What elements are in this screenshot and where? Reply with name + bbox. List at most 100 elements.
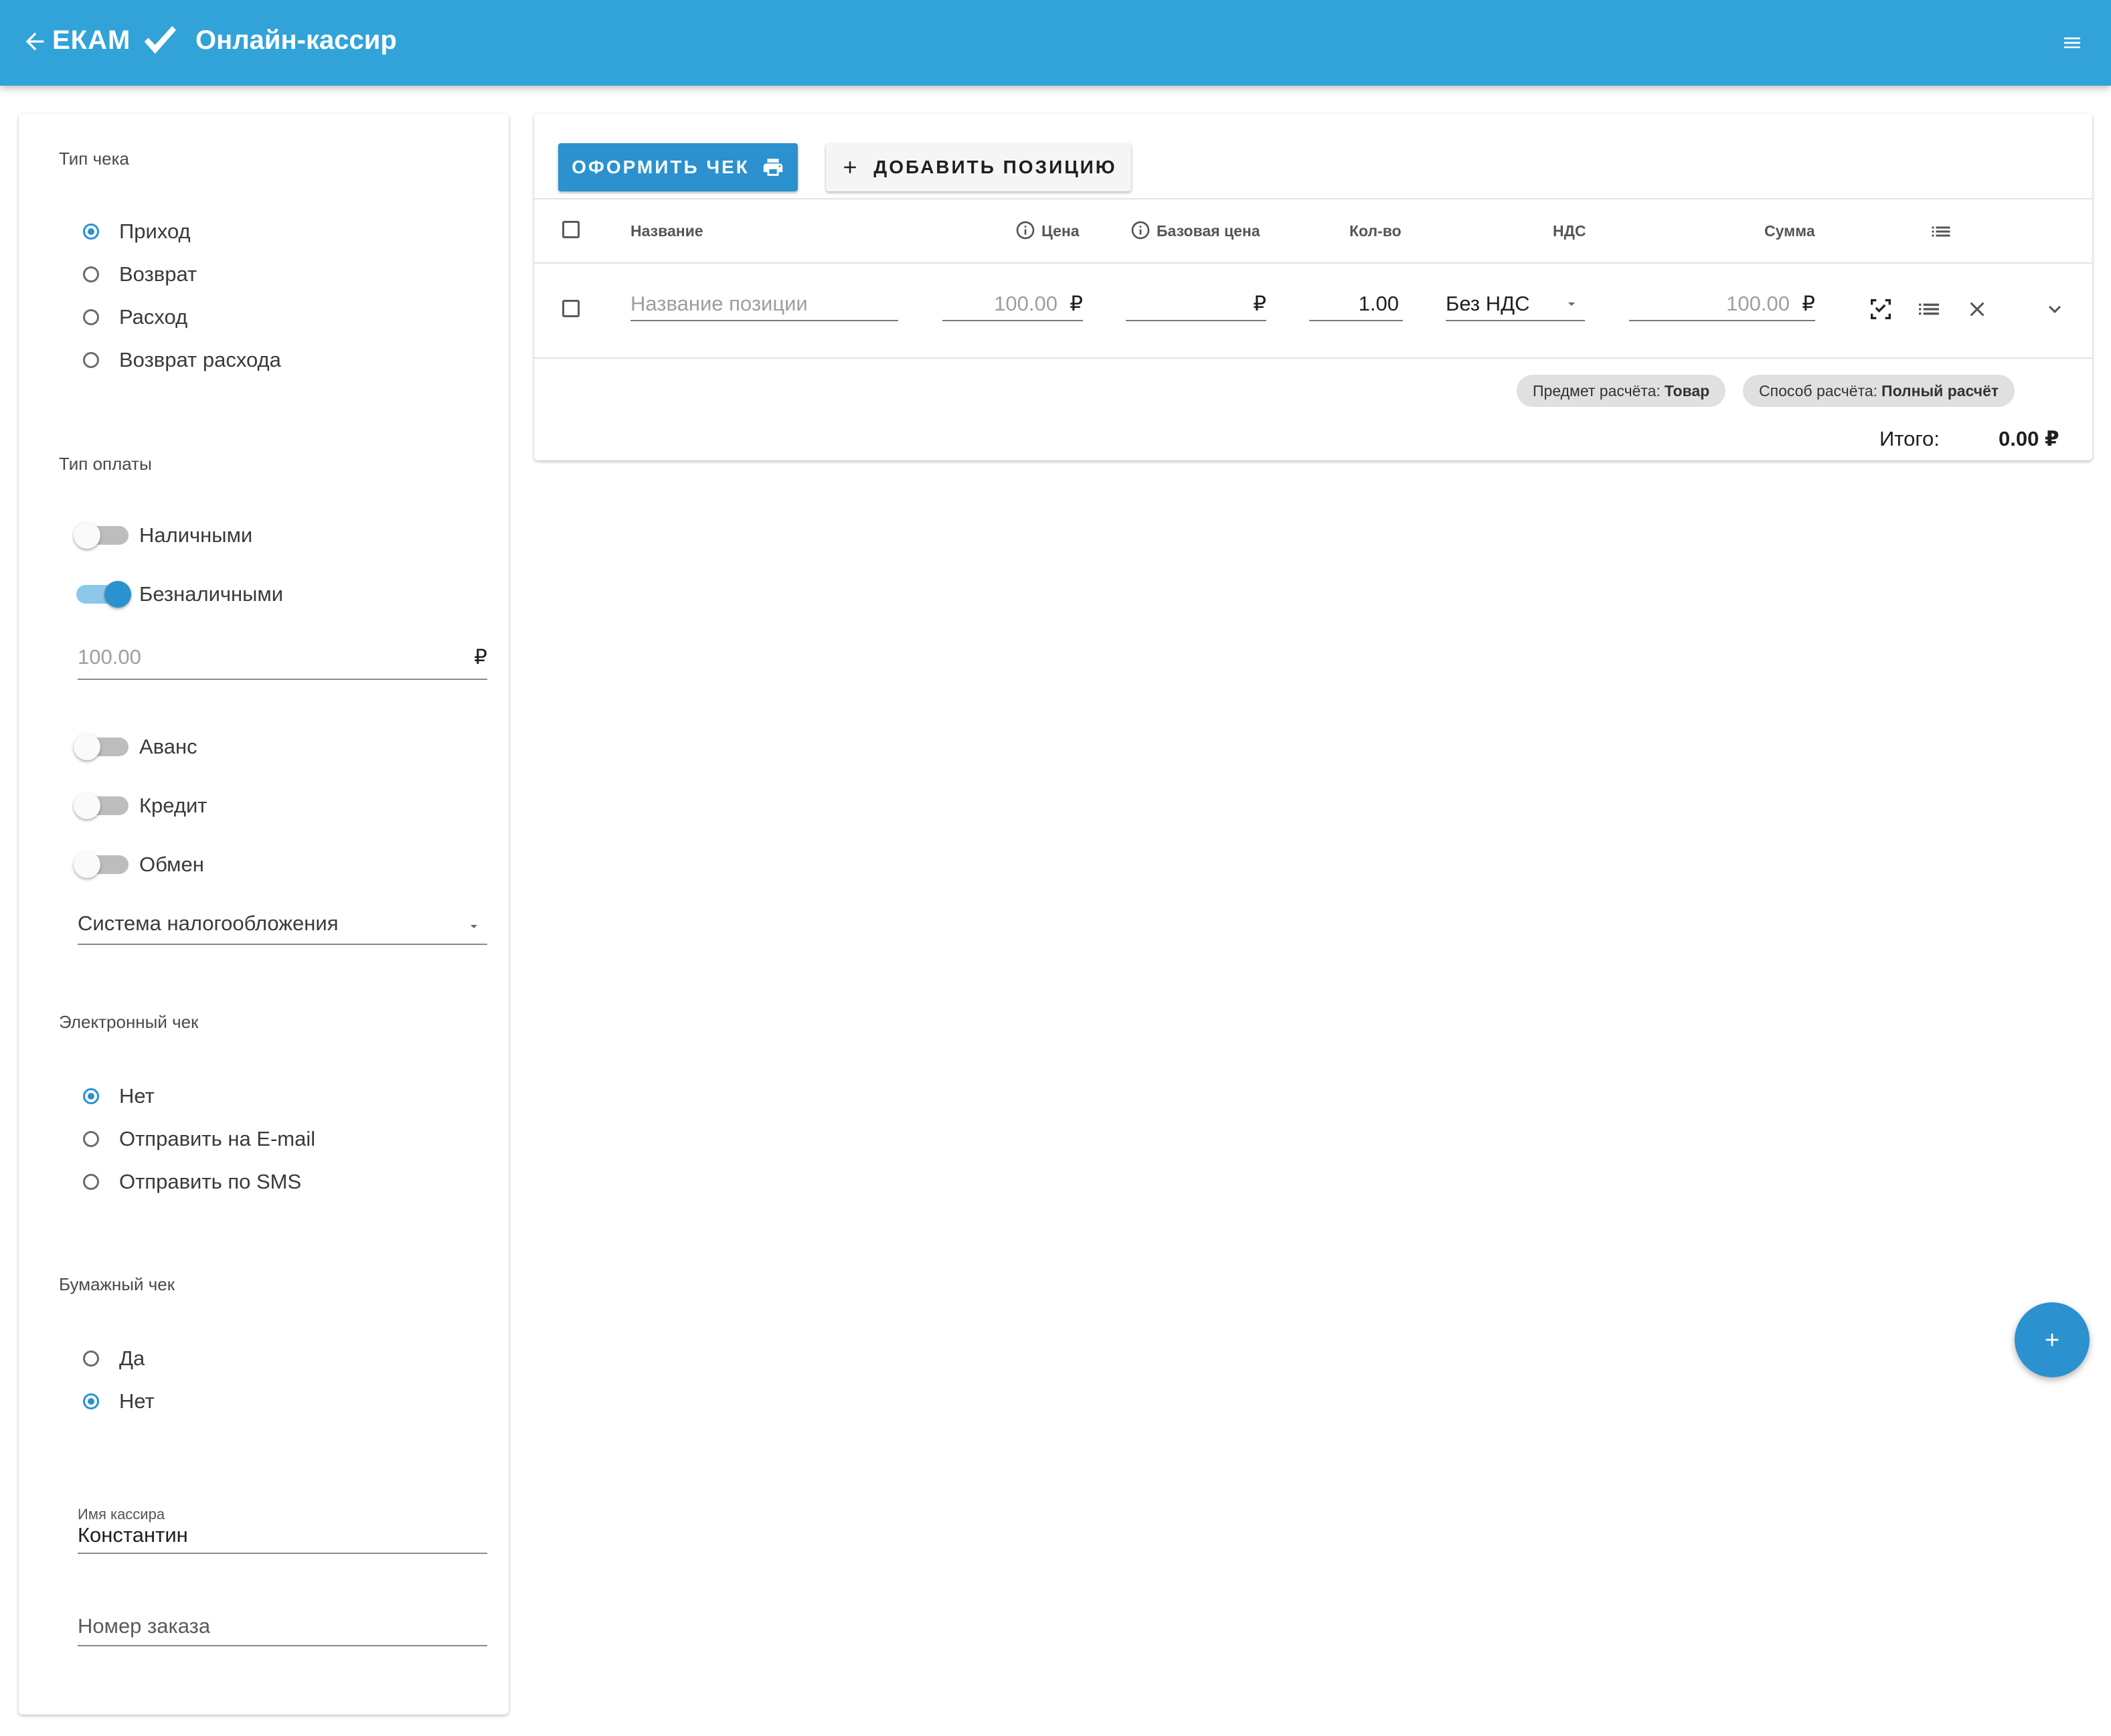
price-info-icon[interactable] bbox=[1015, 220, 1036, 241]
radio-indicator bbox=[83, 1393, 99, 1409]
total-label: Итого: bbox=[1879, 427, 1940, 450]
chip-label: Предмет расчёта: bbox=[1533, 381, 1661, 400]
toggle-cash[interactable]: Наличными bbox=[74, 522, 253, 549]
vat-select[interactable]: Без НДС bbox=[1446, 286, 1585, 321]
add-fab-button[interactable] bbox=[2015, 1302, 2090, 1377]
toggle-credit[interactable]: Кредит bbox=[74, 792, 207, 819]
toggle-label: Обмен bbox=[139, 853, 204, 876]
item-details-list-icon[interactable] bbox=[1916, 296, 1942, 323]
radio-paper-no[interactable]: Нет bbox=[83, 1389, 155, 1413]
radio-label: Возврат bbox=[119, 262, 197, 286]
radio-paper-yes[interactable]: Да bbox=[83, 1347, 145, 1371]
radio-indicator bbox=[83, 1174, 99, 1190]
list-columns-icon[interactable] bbox=[1929, 220, 1953, 244]
tax-system-placeholder: Система налогообложения bbox=[78, 912, 339, 935]
checkmark-logo-icon bbox=[144, 26, 177, 54]
plus-icon bbox=[2045, 1333, 2059, 1347]
toggle-advance[interactable]: Аванс bbox=[74, 733, 197, 760]
radio-e-receipt-email[interactable]: Отправить на E-mail bbox=[83, 1127, 315, 1151]
issue-receipt-label: ОФОРМИТЬ ЧЕК bbox=[572, 157, 750, 177]
toggle-thumb bbox=[74, 792, 100, 819]
add-item-label: ДОБАВИТЬ ПОЗИЦИЮ bbox=[873, 157, 1117, 177]
toggle-thumb bbox=[104, 581, 131, 608]
cashless-amount-field[interactable]: 100.00 ₽ bbox=[78, 640, 487, 680]
issue-receipt-button[interactable]: ОФОРМИТЬ ЧЕК bbox=[558, 143, 798, 191]
radio-indicator bbox=[83, 224, 99, 240]
radio-indicator bbox=[83, 309, 99, 325]
toggle-label: Наличными bbox=[139, 523, 253, 547]
chip-value: Полный расчёт bbox=[1881, 381, 1999, 400]
radio-label: Отправить на E-mail bbox=[119, 1127, 316, 1150]
dropdown-arrow-icon bbox=[1568, 302, 1575, 306]
cashier-name-value: Константин bbox=[78, 1523, 188, 1547]
radio-label: Приход bbox=[119, 220, 191, 243]
item-sum-placeholder: 100.00 bbox=[1726, 292, 1790, 315]
cashier-name-field[interactable]: Имя кассира Константин bbox=[78, 1506, 487, 1554]
toggle-track bbox=[74, 733, 129, 760]
item-qty-input[interactable]: 1.00 bbox=[1309, 286, 1403, 321]
payment-subject-chip[interactable]: Предмет расчёта: Товар bbox=[1517, 375, 1726, 407]
expand-chevron-down-icon[interactable] bbox=[2043, 297, 2067, 321]
total-value: 0.00 ₽ bbox=[1999, 427, 2059, 450]
select-all-checkbox[interactable] bbox=[562, 221, 580, 238]
radio-indicator bbox=[83, 1131, 99, 1147]
order-number-field[interactable]: Номер заказа bbox=[78, 1606, 487, 1646]
add-item-button[interactable]: ДОБАВИТЬ ПОЗИЦИЮ bbox=[826, 143, 1131, 191]
item-name-placeholder: Название позиции bbox=[630, 292, 808, 315]
col-header-name: Название bbox=[630, 222, 703, 240]
radio-indicator bbox=[83, 1088, 99, 1104]
scan-barcode-icon[interactable] bbox=[1867, 296, 1894, 323]
delete-item-close-icon[interactable] bbox=[1965, 297, 1989, 321]
toggle-label: Аванс bbox=[139, 735, 197, 758]
cashier-name-label: Имя кассира bbox=[78, 1506, 165, 1523]
toggle-thumb bbox=[74, 733, 100, 760]
back-arrow-icon[interactable] bbox=[21, 28, 48, 55]
tax-system-select[interactable]: Система налогообложения bbox=[78, 906, 487, 945]
toggle-thumb bbox=[74, 522, 100, 549]
toggle-track bbox=[76, 581, 131, 608]
currency-symbol: ₽ bbox=[1070, 292, 1083, 315]
col-header-price: Цена bbox=[1041, 222, 1080, 240]
item-name-input[interactable]: Название позиции bbox=[630, 286, 898, 321]
divider bbox=[534, 262, 2092, 264]
item-base-price-input[interactable]: ₽ bbox=[1126, 286, 1266, 321]
toggle-label: Безналичными bbox=[139, 582, 284, 606]
currency-symbol: ₽ bbox=[474, 645, 487, 669]
printer-icon bbox=[763, 159, 782, 176]
col-header-vat: НДС bbox=[1553, 222, 1586, 240]
toggle-cashless[interactable]: Безналичными bbox=[76, 581, 284, 608]
radio-e-receipt-none[interactable]: Нет bbox=[83, 1084, 155, 1108]
radio-receipt-return[interactable]: Возврат bbox=[83, 262, 197, 286]
currency-symbol: ₽ bbox=[1253, 292, 1266, 315]
radio-receipt-income[interactable]: Приход bbox=[83, 220, 191, 244]
radio-e-receipt-sms[interactable]: Отправить по SMS bbox=[83, 1170, 301, 1194]
e-receipt-title: Электронный чек bbox=[59, 1012, 199, 1032]
page-title: Онлайн-кассир bbox=[195, 25, 397, 55]
plus-icon bbox=[844, 161, 857, 173]
paper-receipt-title: Бумажный чек bbox=[59, 1274, 175, 1294]
menu-icon[interactable] bbox=[2061, 32, 2083, 54]
item-sum-input[interactable]: 100.00 ₽ bbox=[1629, 286, 1815, 321]
amount-placeholder: 100.00 bbox=[78, 645, 141, 669]
radio-indicator bbox=[83, 1351, 99, 1367]
toggle-label: Кредит bbox=[139, 794, 207, 817]
toggle-exchange[interactable]: Обмен bbox=[74, 851, 204, 878]
divider bbox=[534, 198, 2092, 199]
row-checkbox[interactable] bbox=[562, 300, 580, 317]
payment-method-chip[interactable]: Способ расчёта: Полный расчёт bbox=[1743, 375, 2015, 407]
radio-receipt-expense-return[interactable]: Возврат расхода bbox=[83, 348, 281, 372]
toggle-track bbox=[74, 522, 129, 549]
col-header-base-price: Базовая цена bbox=[1157, 222, 1260, 240]
receipt-type-title: Тип чека bbox=[59, 149, 129, 169]
chip-value: Товар bbox=[1664, 381, 1710, 400]
divider bbox=[534, 357, 2092, 359]
chip-label: Способ расчёта: bbox=[1759, 381, 1878, 400]
brand-name[interactable]: ЕКАМ bbox=[52, 25, 131, 56]
vat-value: Без НДС bbox=[1446, 292, 1530, 315]
base-price-info-icon[interactable] bbox=[1130, 220, 1151, 241]
payment-type-title: Тип оплаты bbox=[59, 454, 152, 474]
item-price-placeholder: 100.00 bbox=[994, 292, 1058, 315]
item-price-input[interactable]: 100.00 ₽ bbox=[942, 286, 1083, 321]
item-qty-value: 1.00 bbox=[1358, 292, 1399, 315]
radio-receipt-expense[interactable]: Расход bbox=[83, 305, 187, 329]
